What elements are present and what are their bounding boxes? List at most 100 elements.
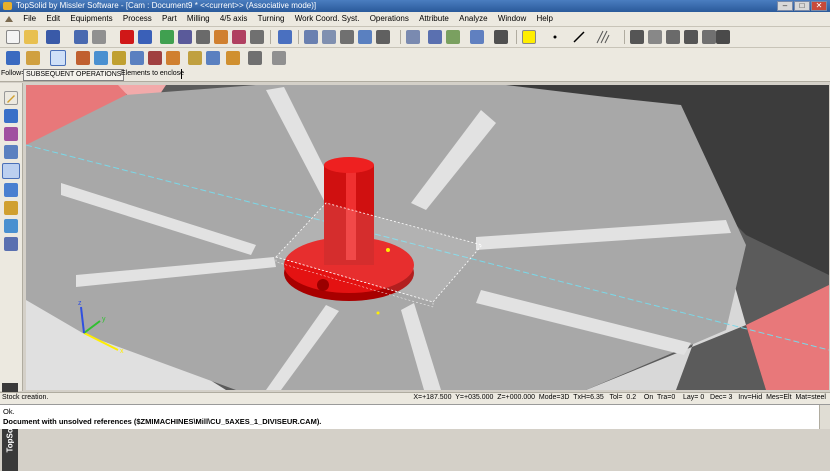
shape-icon[interactable] (4, 127, 18, 141)
menu-operations[interactable]: Operations (366, 12, 413, 26)
simulation-icon[interactable] (188, 51, 202, 65)
message-line-2: Document with unsolved references ($ZMIM… (3, 417, 322, 426)
tool-icon[interactable] (76, 51, 90, 65)
contour-icon[interactable] (112, 51, 126, 65)
layers-icon[interactable] (196, 30, 210, 44)
prompt-text: Elements to enclose (121, 70, 185, 77)
menu-milling[interactable]: Milling (183, 12, 214, 26)
cube-icon[interactable] (4, 109, 18, 123)
close-button[interactable]: ✕ (811, 1, 827, 11)
verify-icon[interactable] (206, 51, 220, 65)
cross-icon[interactable] (322, 30, 336, 44)
color-picker[interactable] (522, 30, 536, 44)
part-cylinder-top (324, 157, 374, 173)
properties-icon[interactable] (74, 30, 88, 44)
open-folder-icon[interactable] (24, 30, 38, 44)
document-menu-icon[interactable] (4, 15, 14, 23)
mirror-icon[interactable] (214, 30, 228, 44)
topsolid-app-icon[interactable] (3, 2, 12, 10)
menu-4-5-axis[interactable]: 4/5 axis (216, 12, 252, 26)
subsequent-operations-button[interactable]: SUBSEQUENT OPERATIONS (23, 69, 125, 81)
command-prompt-bar: Follow= SUBSEQUENT OPERATIONS Elements t… (0, 68, 830, 82)
clamp-icon[interactable] (4, 219, 18, 233)
fixture-icon[interactable] (4, 201, 18, 215)
zoom-fit-icon[interactable] (428, 30, 442, 44)
point-style-icon[interactable] (548, 30, 562, 44)
separator (298, 30, 299, 44)
title-bar: TopSolid by Missler Software - [Cam : Do… (0, 0, 830, 12)
status-message: Stock creation. (2, 394, 49, 401)
svg-text:z: z (78, 300, 82, 307)
surface-icon[interactable] (148, 51, 162, 65)
stock-point-marker (376, 311, 380, 315)
cam-setup-icon[interactable] (6, 51, 20, 65)
turning-icon[interactable] (4, 237, 18, 251)
machine-icon[interactable] (26, 51, 40, 65)
render-icon[interactable] (232, 30, 246, 44)
stock-icon[interactable] (50, 50, 66, 66)
maximize-button[interactable]: □ (794, 1, 810, 11)
menu-process[interactable]: Process (119, 12, 156, 26)
cam-toolbar (0, 48, 830, 69)
report-icon[interactable] (272, 51, 286, 65)
menu-edit[interactable]: Edit (42, 12, 64, 26)
menu-analyze[interactable]: Analyze (455, 12, 491, 26)
menu-bar: File Edit Equipments Process Part Millin… (0, 12, 830, 27)
menu-help[interactable]: Help (533, 12, 557, 26)
sketch-icon[interactable] (376, 30, 390, 44)
attributes-icon[interactable] (178, 30, 192, 44)
coordinate-readout: X=+187.500 Y=+035.000 Z=+000.000 Mode=3D… (413, 394, 826, 401)
hook-icon[interactable] (358, 30, 372, 44)
chamfer-icon[interactable] (166, 51, 180, 65)
follow-label: Follow= (1, 70, 26, 77)
block-icon[interactable] (684, 30, 698, 44)
menu-attribute[interactable]: Attribute (415, 12, 453, 26)
left-toolbar: TopSolid · Cam (0, 83, 23, 471)
message-panel: Ok. Document with unsolved references ($… (0, 404, 830, 429)
new-document-icon[interactable] (6, 30, 20, 44)
menu-turning[interactable]: Turning (254, 12, 289, 26)
view-icon[interactable] (446, 30, 460, 44)
assembly-icon[interactable] (716, 30, 730, 44)
nc-code-icon[interactable] (248, 51, 262, 65)
menu-equipments[interactable]: Equipments (66, 12, 116, 26)
undo-icon[interactable] (138, 30, 152, 44)
layer-box-icon[interactable] (630, 30, 644, 44)
mill-tool-icon[interactable] (4, 145, 18, 159)
display-mode-icon[interactable] (494, 30, 508, 44)
separator (270, 30, 271, 44)
curve-icon[interactable] (304, 30, 318, 44)
minimize-button[interactable]: – (777, 1, 793, 11)
delete-icon[interactable] (120, 30, 134, 44)
3d-viewport[interactable]: x y z (26, 85, 829, 390)
zoom-icon[interactable] (406, 30, 420, 44)
separator (400, 30, 401, 44)
folder-icon[interactable] (702, 30, 716, 44)
line-style-icon[interactable] (572, 30, 586, 44)
drill-icon[interactable] (130, 51, 144, 65)
standard-toolbar (0, 27, 830, 48)
info-icon[interactable] (160, 30, 174, 44)
post-processor-icon[interactable] (226, 51, 240, 65)
origin-marker (386, 248, 390, 252)
hatch-icon[interactable] (596, 30, 610, 44)
stock-active-icon[interactable] (2, 163, 20, 179)
shading-icon[interactable] (470, 30, 484, 44)
stop-icon[interactable] (250, 30, 264, 44)
print-icon[interactable] (92, 30, 106, 44)
lines-icon[interactable] (340, 30, 354, 44)
menu-file[interactable]: File (19, 12, 40, 26)
text-cursor (181, 69, 182, 79)
pocket-icon[interactable] (94, 51, 108, 65)
snap-icon[interactable] (278, 30, 292, 44)
message-scrollbar[interactable] (819, 405, 830, 429)
pencil-icon[interactable] (4, 91, 18, 105)
menu-window[interactable]: Window (494, 12, 530, 26)
save-icon[interactable] (46, 30, 60, 44)
menu-work-coord-syst[interactable]: Work Coord. Syst. (291, 12, 364, 26)
menu-part[interactable]: Part (158, 12, 181, 26)
grid-icon[interactable] (666, 30, 680, 44)
measure-icon[interactable] (648, 30, 662, 44)
window-title: TopSolid by Missler Software - [Cam : Do… (16, 1, 317, 10)
rotary-icon[interactable] (4, 183, 18, 197)
